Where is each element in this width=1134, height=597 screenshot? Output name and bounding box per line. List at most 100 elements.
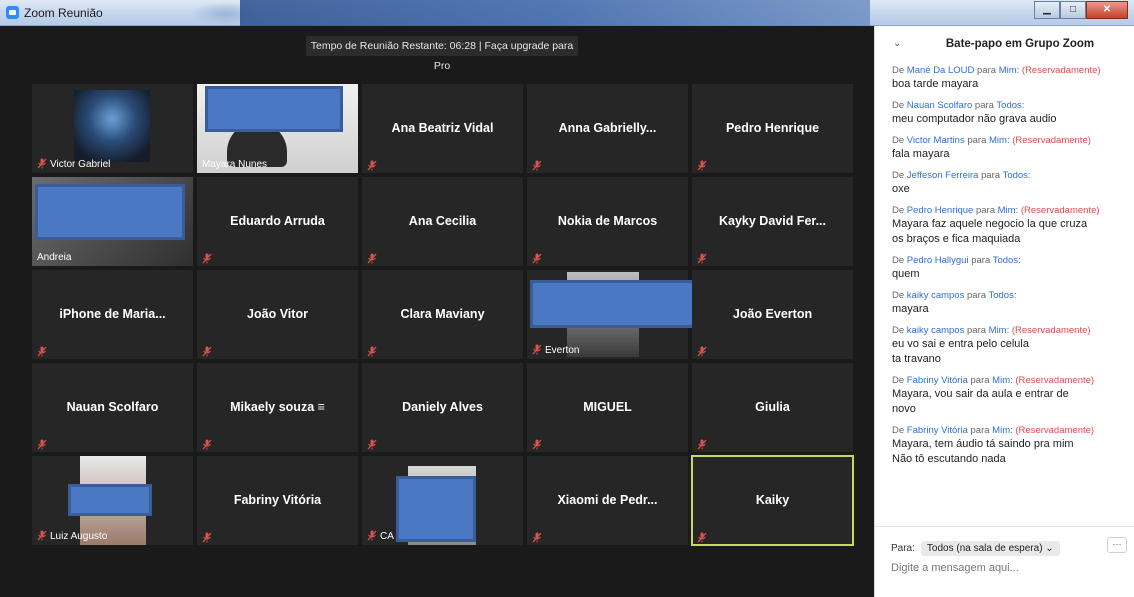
message-input[interactable] [891, 562, 1121, 574]
participant-name: Kaiky [755, 493, 790, 507]
participant-name: Anna Gabrielly... [558, 121, 657, 135]
chat-sender[interactable]: Pedro Henrique [907, 205, 974, 216]
muted-mic-icon [202, 530, 212, 543]
participant-tile[interactable]: Fabriny Vitória [197, 456, 358, 545]
participant-tile[interactable]: Ana Beatriz Vidal [362, 84, 523, 173]
chat-recipient: Mim: [989, 135, 1010, 146]
chat-message: De kaiky campos para Todos: mayara [892, 289, 1128, 317]
participant-tile[interactable]: Kaiky [691, 455, 854, 546]
muted-mic-icon [697, 251, 707, 264]
muted-mic-icon [532, 530, 542, 543]
muted-mic-icon [367, 437, 377, 450]
minimize-button[interactable]: ▁ [1034, 1, 1060, 19]
more-options-button[interactable]: ··· [1107, 537, 1127, 553]
chat-sender[interactable]: Pedro Hallygui [907, 255, 969, 266]
participant-tile[interactable]: MIGUEL [527, 363, 688, 452]
close-button[interactable]: ✕ [1086, 1, 1128, 19]
chat-message: De Pedro Henrique para Mim: (Reservadame… [892, 204, 1128, 247]
chat-message: De Pedro Hallygui para Todos: quem [892, 254, 1128, 282]
redaction-box [35, 184, 185, 240]
chat-message-text: boa tarde mayara [892, 78, 979, 90]
meta-from-label: De [892, 135, 905, 146]
chat-sender[interactable]: Fabriny Vitória [907, 425, 968, 436]
participant-tile[interactable]: Daniely Alves [362, 363, 523, 452]
participant-name-text: Andreia [37, 252, 72, 263]
chat-message-meta: De kaiky campos para Todos: [892, 289, 1128, 302]
chat-message-meta: De kaiky campos para Mim: (Reservadament… [892, 324, 1128, 337]
chat-message: De kaiky campos para Mim: (Reservadament… [892, 324, 1128, 367]
participant-name: Ana Beatriz Vidal [391, 121, 494, 135]
participant-name: Xiaomi de Pedr... [557, 493, 658, 507]
chat-message-text: mayara [892, 303, 929, 315]
recipient-select[interactable]: Todos (na sala de espera) ⌄ [920, 541, 1060, 556]
meta-to-label: para [970, 425, 990, 436]
chat-message-meta: De Jeffeson Ferreira para Todos: [892, 169, 1128, 182]
participant-tile[interactable]: Xiaomi de Pedr... [527, 456, 688, 545]
chat-message: De Victor Martins para Mim: (Reservadame… [892, 134, 1128, 162]
participant-tile[interactable]: João Vitor [197, 270, 358, 359]
chat-sender[interactable]: Nauan Scolfaro [907, 100, 972, 111]
participant-tile[interactable]: Andreia [32, 177, 193, 266]
participant-name: Eduardo Arruda [230, 214, 325, 228]
participant-tile[interactable]: Clara Maviany [362, 270, 523, 359]
chat-message-text: Mayara, tem áudio tá saindo pra mim Não … [892, 438, 1074, 465]
muted-mic-icon [202, 344, 212, 357]
participant-name: João Vitor [247, 307, 308, 321]
participant-name: Luiz Augusto [37, 530, 107, 542]
participant-tile[interactable]: Pedro Henrique [692, 84, 853, 173]
chat-sender[interactable]: Jeffeson Ferreira [907, 170, 979, 181]
participant-tile[interactable]: Ana Cecilia [362, 177, 523, 266]
redaction-box [68, 484, 152, 516]
participant-tile[interactable]: Luiz Augusto [32, 456, 193, 545]
participant-tile[interactable]: Nokia de Marcos [527, 177, 688, 266]
maximize-button[interactable]: □ [1060, 1, 1086, 19]
chat-sender[interactable]: kaiky campos [907, 325, 965, 336]
participant-name-text: Luiz Augusto [50, 531, 108, 542]
chat-message-text: meu computador não grava audio [892, 113, 1057, 125]
participant-name: MIGUEL [583, 400, 632, 414]
chat-messages: De Mané Da LOUD para Mim: (Reservadament… [892, 64, 1128, 474]
chat-sender[interactable]: kaiky campos [907, 290, 965, 301]
participant-tile[interactable]: iPhone de Maria... [32, 270, 193, 359]
chat-sender[interactable]: Mané Da LOUD [907, 65, 975, 76]
private-badge: (Reservadamente) [1020, 205, 1100, 216]
muted-mic-icon [697, 530, 707, 543]
participant-tile[interactable]: Mayara Nunes [197, 84, 358, 173]
meta-from-label: De [892, 325, 905, 336]
participant-tile[interactable]: Eduardo Arruda [197, 177, 358, 266]
participant-tile[interactable]: João Everton [692, 270, 853, 359]
chat-sender[interactable]: Victor Martins [907, 135, 965, 146]
participant-tile[interactable]: Kayky David Fer... [692, 177, 853, 266]
chat-recipient: Mim: [998, 65, 1020, 76]
chat-message-meta: De Victor Martins para Mim: (Reservadame… [892, 134, 1128, 147]
chat-message-meta: De Pedro Hallygui para Todos: [892, 254, 1128, 267]
muted-mic-icon [367, 158, 377, 171]
chat-recipient: Mim: [992, 375, 1013, 386]
participant-tile[interactable]: Victor Gabriel [32, 84, 193, 173]
participant-name: iPhone de Maria... [59, 307, 166, 321]
participant-tile[interactable]: Nauan Scolfaro [32, 363, 193, 452]
participant-tile[interactable]: Anna Gabrielly... [527, 84, 688, 173]
participant-tile[interactable]: Everton [527, 270, 726, 359]
participant-name: Nokia de Marcos [557, 214, 658, 228]
muted-mic-icon [367, 530, 377, 541]
window-title: Zoom Reunião [24, 6, 103, 20]
meeting-time-banner[interactable]: Tempo de Reunião Restante: 06:28 | Faça … [306, 36, 578, 72]
chat-message-meta: De Pedro Henrique para Mim: (Reservadame… [892, 204, 1128, 217]
chat-message: De Jeffeson Ferreira para Todos: oxe [892, 169, 1128, 197]
muted-mic-icon [697, 344, 707, 357]
participant-tile[interactable]: Mikaely souza ≡ [197, 363, 358, 452]
muted-mic-icon [697, 158, 707, 171]
chat-sender[interactable]: Fabriny Vitória [907, 375, 968, 386]
participant-name: Ana Cecilia [408, 214, 477, 228]
participant-name: Clara Maviany [400, 307, 485, 321]
meta-from-label: De [892, 100, 905, 111]
participant-tile[interactable]: CA [362, 456, 523, 545]
participant-name-text: Victor Gabriel [50, 159, 111, 170]
participant-avatar [74, 90, 150, 162]
muted-mic-icon [37, 158, 47, 169]
participant-name: Daniely Alves [402, 400, 483, 414]
chat-message-text: fala mayara [892, 148, 950, 160]
participant-tile[interactable]: Giulia [692, 363, 853, 452]
participant-name-text: CA [380, 531, 394, 542]
